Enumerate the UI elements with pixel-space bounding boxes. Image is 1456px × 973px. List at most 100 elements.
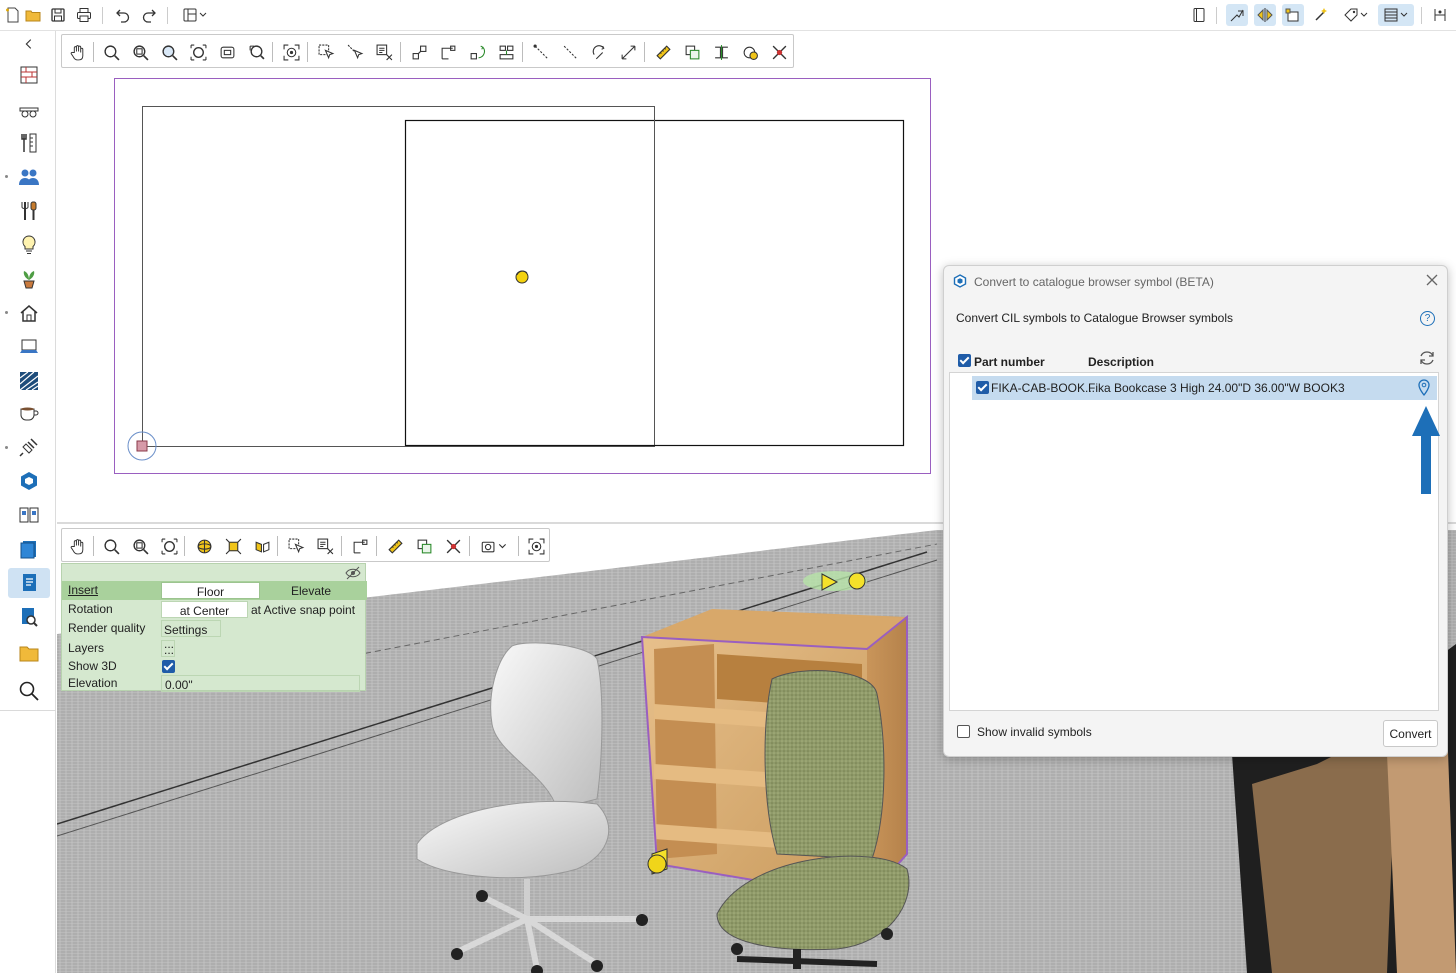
search-document-icon[interactable] bbox=[8, 602, 50, 632]
desk-icon[interactable] bbox=[8, 94, 50, 124]
snap-mode-3-icon[interactable] bbox=[1282, 4, 1304, 26]
new-file-icon[interactable] bbox=[2, 4, 24, 26]
show3d-checkbox[interactable] bbox=[162, 660, 175, 673]
ruler-icon[interactable] bbox=[384, 535, 406, 557]
toolbar-separator bbox=[277, 536, 278, 556]
list-item[interactable]: FIKA-CAB-BOOK... Fika Bookcase 3 High 24… bbox=[972, 376, 1437, 400]
elevation-input[interactable]: 0.00" bbox=[161, 675, 360, 692]
location-pin-icon[interactable] bbox=[1417, 379, 1431, 397]
mirror-icon[interactable] bbox=[710, 41, 732, 63]
search-icon[interactable] bbox=[8, 676, 50, 706]
save-icon[interactable] bbox=[47, 4, 69, 26]
home-icon[interactable] bbox=[8, 298, 50, 328]
stretch-icon[interactable] bbox=[437, 41, 459, 63]
zoom-icon[interactable] bbox=[100, 535, 122, 557]
layout-view-icon[interactable] bbox=[1378, 4, 1414, 26]
copy-paste-icon[interactable] bbox=[681, 41, 703, 63]
catalogue-browser-icon[interactable] bbox=[8, 568, 50, 598]
lightbulb-icon[interactable] bbox=[8, 230, 50, 260]
collapse-sidebar-icon[interactable] bbox=[8, 31, 50, 57]
folder-icon[interactable] bbox=[8, 638, 50, 668]
description-header[interactable]: Description bbox=[1088, 355, 1154, 369]
ruler-icon[interactable] bbox=[652, 41, 674, 63]
select-icon[interactable] bbox=[285, 535, 307, 557]
coffee-cup-icon[interactable] bbox=[8, 398, 50, 428]
snap-mode-1-icon[interactable] bbox=[1226, 4, 1248, 26]
convert-button[interactable]: Convert bbox=[1383, 720, 1438, 747]
pattern-icon[interactable] bbox=[8, 366, 50, 396]
deselect-icon[interactable] bbox=[373, 41, 395, 63]
walk-icon[interactable] bbox=[222, 535, 244, 557]
part-number-header[interactable]: Part number bbox=[974, 355, 1045, 369]
camera-dropdown-icon[interactable] bbox=[477, 535, 513, 557]
select-icon[interactable] bbox=[315, 41, 337, 63]
floor-plan-icon[interactable] bbox=[1429, 4, 1451, 26]
delete-icon[interactable] bbox=[442, 535, 464, 557]
plug-icon[interactable] bbox=[8, 432, 50, 462]
laptop-icon[interactable] bbox=[8, 332, 50, 362]
undo-icon[interactable] bbox=[112, 4, 134, 26]
focus-icon[interactable] bbox=[525, 535, 547, 557]
tools-icon[interactable] bbox=[8, 128, 50, 158]
plant-icon[interactable] bbox=[8, 264, 50, 294]
kitchen-tools-icon[interactable] bbox=[8, 196, 50, 226]
open-folder-icon[interactable] bbox=[22, 4, 44, 26]
delete-icon[interactable] bbox=[768, 41, 790, 63]
rotation-center-option[interactable]: at Center bbox=[161, 601, 248, 618]
dimension-line-icon[interactable] bbox=[559, 41, 581, 63]
blue-book-icon[interactable] bbox=[8, 534, 50, 564]
copy-paste-icon[interactable] bbox=[413, 535, 435, 557]
zoom-previous-icon[interactable] bbox=[245, 41, 267, 63]
redo-icon[interactable] bbox=[138, 4, 160, 26]
insert-floor-option[interactable]: Floor bbox=[161, 582, 260, 599]
sketchup-icon[interactable] bbox=[8, 466, 50, 496]
layout-dropdown-icon[interactable] bbox=[178, 4, 212, 26]
show-invalid-checkbox[interactable] bbox=[957, 725, 970, 738]
wand-icon[interactable] bbox=[1310, 4, 1332, 26]
item-checkbox[interactable] bbox=[976, 381, 989, 394]
item-part-number: FIKA-CAB-BOOK... bbox=[991, 381, 1096, 395]
rotation-snap-option[interactable]: at Active snap point bbox=[251, 601, 365, 618]
catalog-icon[interactable] bbox=[8, 500, 50, 530]
snap-mode-2-icon[interactable] bbox=[1254, 4, 1276, 26]
select-all-checkbox[interactable] bbox=[958, 354, 971, 367]
zoom-window-icon[interactable] bbox=[158, 41, 180, 63]
measure-diagonal-icon[interactable] bbox=[617, 41, 639, 63]
insert-elevate-option[interactable]: Elevate bbox=[260, 582, 362, 599]
tag-dropdown-icon[interactable] bbox=[1339, 4, 1373, 26]
book-icon[interactable] bbox=[1188, 4, 1210, 26]
sketchup-logo-icon bbox=[953, 274, 967, 288]
help-button[interactable]: ? bbox=[1420, 311, 1435, 326]
camera-view-icon[interactable] bbox=[251, 535, 273, 557]
rotate-3d-icon[interactable] bbox=[588, 41, 610, 63]
people-icon[interactable] bbox=[8, 162, 50, 192]
zoom-extents-icon[interactable] bbox=[158, 535, 180, 557]
zoom-selection-icon[interactable] bbox=[216, 41, 238, 63]
zoom-in-icon[interactable] bbox=[129, 41, 151, 63]
zoom-extents-icon[interactable] bbox=[187, 41, 209, 63]
pan-hand-icon[interactable] bbox=[66, 41, 88, 63]
wall-icon[interactable] bbox=[8, 60, 50, 90]
deselect-icon[interactable] bbox=[314, 535, 336, 557]
select-cross-icon[interactable] bbox=[344, 41, 366, 63]
toolbar-separator bbox=[1421, 7, 1422, 24]
refresh-icon[interactable] bbox=[1418, 349, 1436, 367]
layers-button[interactable]: ... bbox=[161, 640, 175, 657]
price-check-icon[interactable] bbox=[739, 41, 761, 63]
move-icon[interactable] bbox=[408, 41, 430, 63]
focus-icon[interactable] bbox=[280, 41, 302, 63]
toolbar-separator bbox=[341, 536, 342, 556]
rotate-icon[interactable] bbox=[466, 41, 488, 63]
property-label: Layers bbox=[68, 641, 105, 655]
pan-hand-icon[interactable] bbox=[66, 535, 88, 557]
zoom-in-icon[interactable] bbox=[129, 535, 151, 557]
align-icon[interactable] bbox=[495, 41, 517, 63]
print-icon[interactable] bbox=[73, 4, 95, 26]
close-icon[interactable] bbox=[1425, 273, 1439, 287]
stretch-icon[interactable] bbox=[349, 535, 371, 557]
orbit-icon[interactable] bbox=[193, 535, 215, 557]
line-icon[interactable] bbox=[530, 41, 552, 63]
zoom-icon[interactable] bbox=[100, 41, 122, 63]
hide-panel-icon[interactable] bbox=[345, 566, 361, 580]
render-settings-button[interactable]: Settings ... bbox=[161, 620, 221, 651]
